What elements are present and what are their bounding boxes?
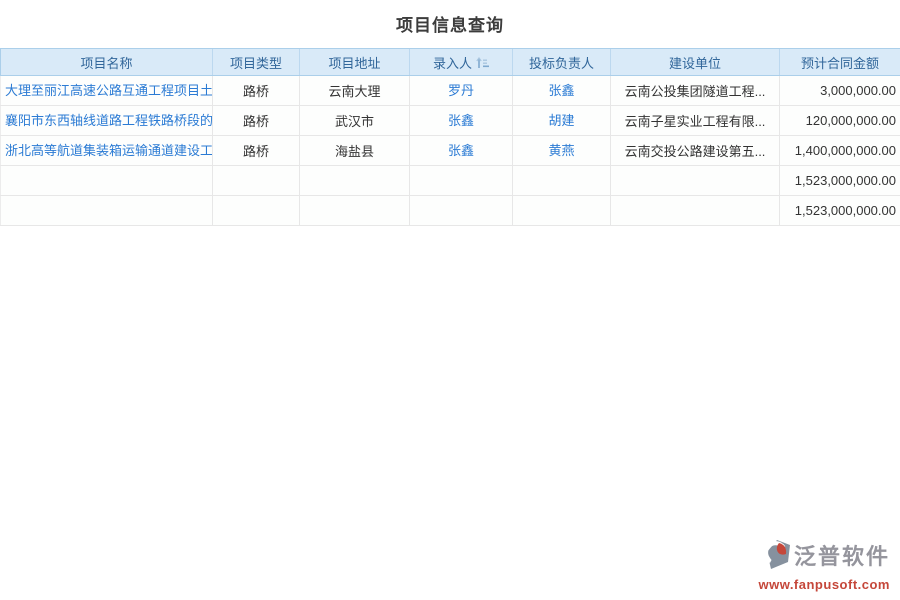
- cell-empty: [611, 196, 780, 226]
- fanpu-website-text: www.fanpusoft.com: [758, 577, 890, 592]
- total-amount: 1,523,000,000.00: [780, 196, 900, 226]
- project-name-link[interactable]: 浙北高等航道集装箱运输通道建设工: [5, 140, 212, 159]
- bid-manager-link[interactable]: 黄燕: [548, 140, 574, 159]
- cell-project-type: 路桥: [213, 76, 300, 106]
- total-row: 1,523,000,000.00: [1, 196, 900, 226]
- cell-project-address: 海盐县: [300, 136, 410, 166]
- cell-entered-by: 张鑫: [410, 106, 513, 136]
- cell-construction-unit: 云南公投集团隧道工程...: [611, 76, 780, 106]
- column-header-entered-by[interactable]: 录入人: [410, 49, 513, 76]
- fanpu-logo-icon: [762, 538, 792, 576]
- column-header-project-name: 项目名称: [1, 49, 213, 76]
- cell-contract-amount: 120,000,000.00: [780, 106, 900, 136]
- vendor-watermark: 泛普软件 www.fanpusoft.com: [758, 538, 890, 592]
- cell-empty: [213, 166, 300, 196]
- fanpu-brand-text: 泛普软件: [794, 545, 890, 569]
- column-header-construction-unit: 建设单位: [611, 49, 780, 76]
- cell-empty: [300, 196, 410, 226]
- cell-empty: [410, 196, 513, 226]
- table-row: 浙北高等航道集装箱运输通道建设工 路桥 海盐县 张鑫 黄燕 云南交投公路建设第五…: [1, 136, 900, 166]
- cell-contract-amount: 3,000,000.00: [780, 76, 900, 106]
- cell-empty: [410, 166, 513, 196]
- cell-bid-manager: 胡建: [513, 106, 611, 136]
- cell-project-name: 浙北高等航道集装箱运输通道建设工: [1, 136, 213, 166]
- table-row: 大理至丽江高速公路互通工程项目土 路桥 云南大理 罗丹 张鑫 云南公投集团隧道工…: [1, 76, 900, 106]
- cell-empty: [300, 166, 410, 196]
- cell-project-name: 大理至丽江高速公路互通工程项目土: [1, 76, 213, 106]
- cell-empty: [1, 166, 213, 196]
- cell-project-address: 云南大理: [300, 76, 410, 106]
- cell-project-name: 襄阳市东西轴线道路工程铁路桥段的: [1, 106, 213, 136]
- cell-empty: [513, 166, 611, 196]
- cell-contract-amount: 1,400,000,000.00: [780, 136, 900, 166]
- entered-by-link[interactable]: 张鑫: [448, 140, 474, 159]
- cell-empty: [611, 166, 780, 196]
- subtotal-row: 1,523,000,000.00: [1, 166, 900, 196]
- cell-project-address: 武汉市: [300, 106, 410, 136]
- column-header-project-address: 项目地址: [300, 49, 410, 76]
- table-row: 襄阳市东西轴线道路工程铁路桥段的 路桥 武汉市 张鑫 胡建 云南子星实业工程有限…: [1, 106, 900, 136]
- entered-by-link[interactable]: 罗丹: [448, 80, 474, 99]
- subtotal-amount: 1,523,000,000.00: [780, 166, 900, 196]
- cell-construction-unit: 云南子星实业工程有限...: [611, 106, 780, 136]
- cell-bid-manager: 张鑫: [513, 76, 611, 106]
- cell-empty: [513, 196, 611, 226]
- cell-entered-by: 罗丹: [410, 76, 513, 106]
- cell-entered-by: 张鑫: [410, 136, 513, 166]
- page-title: 项目信息查询: [0, 11, 900, 36]
- cell-empty: [1, 196, 213, 226]
- column-header-contract-amount: 预计合同金额: [780, 49, 900, 76]
- project-query-table: 项目名称 项目类型 项目地址 录入人 投标负责人 建设单位 预计合同金额 大理: [0, 48, 900, 226]
- cell-project-type: 路桥: [213, 136, 300, 166]
- bid-manager-link[interactable]: 胡建: [548, 110, 574, 129]
- project-name-link[interactable]: 襄阳市东西轴线道路工程铁路桥段的: [5, 110, 212, 129]
- project-name-link[interactable]: 大理至丽江高速公路互通工程项目土: [5, 80, 212, 99]
- cell-bid-manager: 黄燕: [513, 136, 611, 166]
- cell-project-type: 路桥: [213, 106, 300, 136]
- sort-ascending-icon[interactable]: [476, 57, 489, 72]
- table-header-row: 项目名称 项目类型 项目地址 录入人 投标负责人 建设单位 预计合同金额: [1, 49, 900, 76]
- cell-construction-unit: 云南交投公路建设第五...: [611, 136, 780, 166]
- bid-manager-link[interactable]: 张鑫: [548, 80, 574, 99]
- column-header-bid-manager: 投标负责人: [513, 49, 611, 76]
- column-header-project-type: 项目类型: [213, 49, 300, 76]
- cell-empty: [213, 196, 300, 226]
- entered-by-link[interactable]: 张鑫: [448, 110, 474, 129]
